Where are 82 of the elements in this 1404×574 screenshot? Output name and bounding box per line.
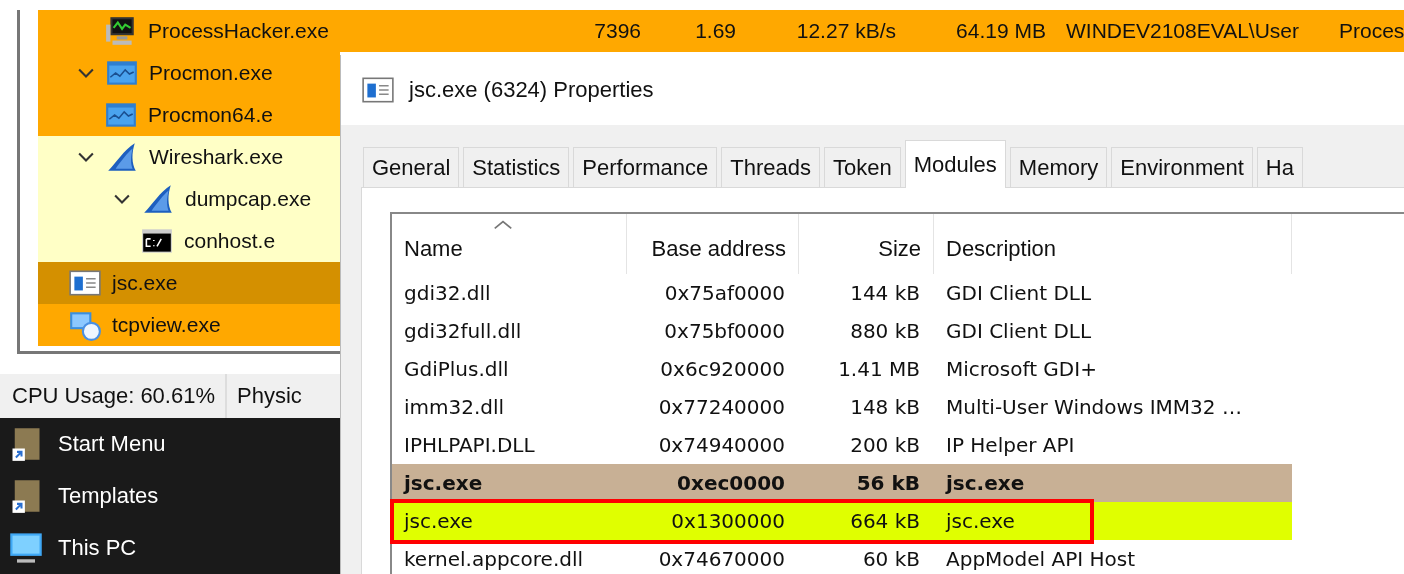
process-row[interactable]: Procmon.exe [38,52,340,94]
module-description: AppModel API Host [945,547,1136,571]
explorer-item[interactable]: Templates [58,483,159,509]
fin-icon [141,182,175,216]
module-name: jsc.exe [402,471,484,495]
process-cell-text: 64.19 MB [955,19,1046,43]
module-description: IP Helper API [945,433,1076,457]
module-description: jsc.exe [944,509,1016,533]
module-row[interactable]: kernel.appcore.dll 0x74670000 60 kB AppModel API Host [392,540,1292,574]
process-row[interactable]: conhost.e [38,220,340,262]
base-address: 0x74940000 [657,433,786,457]
tab[interactable]: Environment [1111,147,1253,187]
tab[interactable]: Statistics [463,147,570,187]
status-text: CPU Usage: 60.61% [12,383,216,409]
process-name: Wireshark.exe [148,145,285,169]
module-name: kernel.appcore.dll [403,547,585,571]
module-size: 200 kB [849,433,921,457]
dialog-title: jsc.exe (6324) Properties [409,77,654,103]
module-size: 880 kB [849,319,921,343]
module-row[interactable]: gdi32full.dll 0x75bf0000 880 kB GDI Client DLL [392,312,1292,350]
module-name: IPHLPAPI.DLL [403,433,536,457]
module-description: Microsoft GDI+ [945,357,1098,381]
base-address: 0xec0000 [676,471,786,495]
process-name: ProcessHacker.exe [147,19,330,43]
explorer-item[interactable]: Start Menu [58,431,166,457]
base-address: 0x6c920000 [659,357,786,381]
base-address: 0x75bf0000 [663,319,786,343]
tab[interactable]: Ha [1256,147,1303,187]
module-name: GdiPlus.dll [403,357,510,381]
process-row[interactable]: ProcessHacker.exe 7396 1.69 12.27 kB/s 64.19 MB WINDEV2108EVAL\User Proces [38,10,1404,52]
explorer-item[interactable]: This PC [58,535,137,561]
process-cell-text: 12.27 kB/s [795,19,896,43]
tab[interactable]: Performance [573,147,718,187]
module-row[interactable]: gdi32.dll 0x75af0000 144 kB GDI Client DLL [392,274,1292,312]
module-description: GDI Client DLL [945,319,1093,343]
process-name: dumpcap.exe [184,187,313,211]
process-row[interactable]: tcpview.exe [38,304,340,346]
base-address: 0x75af0000 [663,281,786,305]
module-size: 1.41 MB [837,357,921,381]
module-name: imm32.dll [403,395,506,419]
module-size: 56 kB [855,471,921,495]
process-row[interactable]: dumpcap.exe [38,178,340,220]
module-size: 60 kB [861,547,921,571]
base-address: 0x77240000 [657,395,786,419]
process-row[interactable]: Procmon64.e [38,94,340,136]
tab[interactable]: General [363,147,460,187]
column-header[interactable]: Size [799,214,934,274]
module-size: 664 kB [849,509,921,533]
process-name: conhost.e [183,229,277,253]
tab[interactable]: Memory [1009,147,1108,187]
process-row[interactable]: jsc.exe [38,262,340,304]
process-cell-text: 1.69 [694,19,737,43]
process-name: tcpview.exe [111,313,222,337]
tab[interactable]: Token [824,147,901,187]
module-row[interactable]: jsc.exe 0xec0000 56 kB jsc.exe [392,464,1292,502]
module-name: jsc.exe [402,509,474,533]
base-address: 0x1300000 [670,509,786,533]
process-name: jsc.exe [110,271,179,295]
column-header[interactable]: Description [934,214,1292,274]
base-address: 0x74670000 [657,547,786,571]
fin-icon [105,140,139,174]
process-cell-text: Proces [1338,19,1404,43]
module-description: GDI Client DLL [945,281,1093,305]
module-description: jsc.exe [944,471,1026,495]
module-description: Multi-User Windows IMM32 … [945,395,1243,419]
tab[interactable]: Modules [904,140,1006,188]
computer-icon [8,530,44,566]
process-name: Procmon64.e [147,103,274,127]
module-name: gdi32.dll [403,281,492,305]
column-header[interactable]: Base address [627,214,799,274]
process-cell-text: WINDEV2108EVAL\User [1065,19,1301,43]
module-row[interactable]: IPHLPAPI.DLL 0x74940000 200 kB IP Helper API [392,426,1292,464]
process-row[interactable]: Wireshark.exe [38,136,340,178]
tab[interactable]: Threads [721,147,820,187]
process-cell-text: 7396 [593,19,641,43]
module-name: gdi32full.dll [403,319,523,343]
module-row[interactable]: imm32.dll 0x77240000 148 kB Multi-User Windows IMM32 … [392,388,1292,426]
module-size: 144 kB [849,281,921,305]
process-name: Procmon.exe [148,61,274,85]
module-size: 148 kB [849,395,921,419]
column-header[interactable]: Name [392,214,627,274]
module-row[interactable]: GdiPlus.dll 0x6c920000 1.41 MB Microsoft GDI+ [392,350,1292,388]
